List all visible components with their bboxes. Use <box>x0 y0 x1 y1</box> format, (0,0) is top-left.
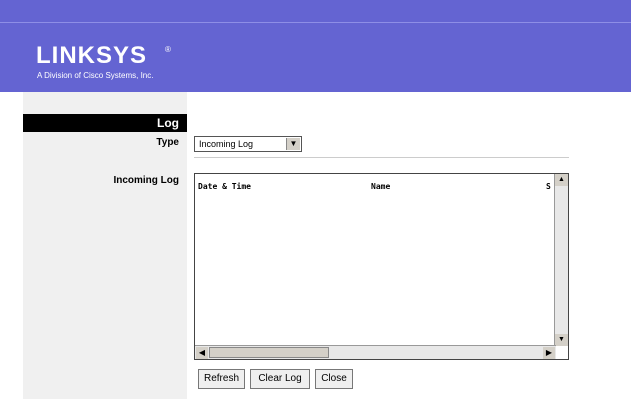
close-button[interactable]: Close <box>315 369 353 389</box>
vertical-scrollbar[interactable]: ▲ ▼ <box>554 174 568 346</box>
registered-mark: ® <box>165 45 171 54</box>
section-header: Log <box>23 114 187 132</box>
scroll-down-icon[interactable]: ▼ <box>555 334 568 346</box>
column-header-date-time: Date & Time <box>198 182 251 191</box>
logo-subtitle: A Division of Cisco Systems, Inc. <box>37 71 154 80</box>
divider <box>194 157 569 158</box>
linksys-logo: LINKSYS <box>36 42 148 69</box>
section-title: Log <box>157 116 179 130</box>
scroll-left-icon[interactable]: ◀ <box>196 347 208 359</box>
incoming-log-label: Incoming Log <box>113 175 179 186</box>
column-header-name: Name <box>371 182 391 191</box>
type-select[interactable]: Incoming Log ▼ <box>194 136 302 152</box>
column-header-truncated: S <box>546 182 551 191</box>
header-banner: LINKSYS ® A Division of Cisco Systems, I… <box>0 0 631 92</box>
clear-log-button[interactable]: Clear Log <box>250 369 310 389</box>
type-select-value: Incoming Log <box>199 139 254 149</box>
incoming-log-list[interactable]: Date & Time Name S ▲ ▼ ◀ ▶ <box>194 173 569 360</box>
chevron-down-icon[interactable]: ▼ <box>286 138 300 150</box>
scroll-right-icon[interactable]: ▶ <box>543 347 555 359</box>
banner-divider <box>0 22 631 23</box>
scroll-up-icon[interactable]: ▲ <box>555 174 568 186</box>
type-label: Type <box>156 137 179 148</box>
horizontal-scrollbar[interactable]: ◀ ▶ <box>195 345 556 359</box>
scroll-thumb[interactable] <box>209 347 329 358</box>
refresh-button[interactable]: Refresh <box>198 369 245 389</box>
left-gutter <box>0 92 23 399</box>
